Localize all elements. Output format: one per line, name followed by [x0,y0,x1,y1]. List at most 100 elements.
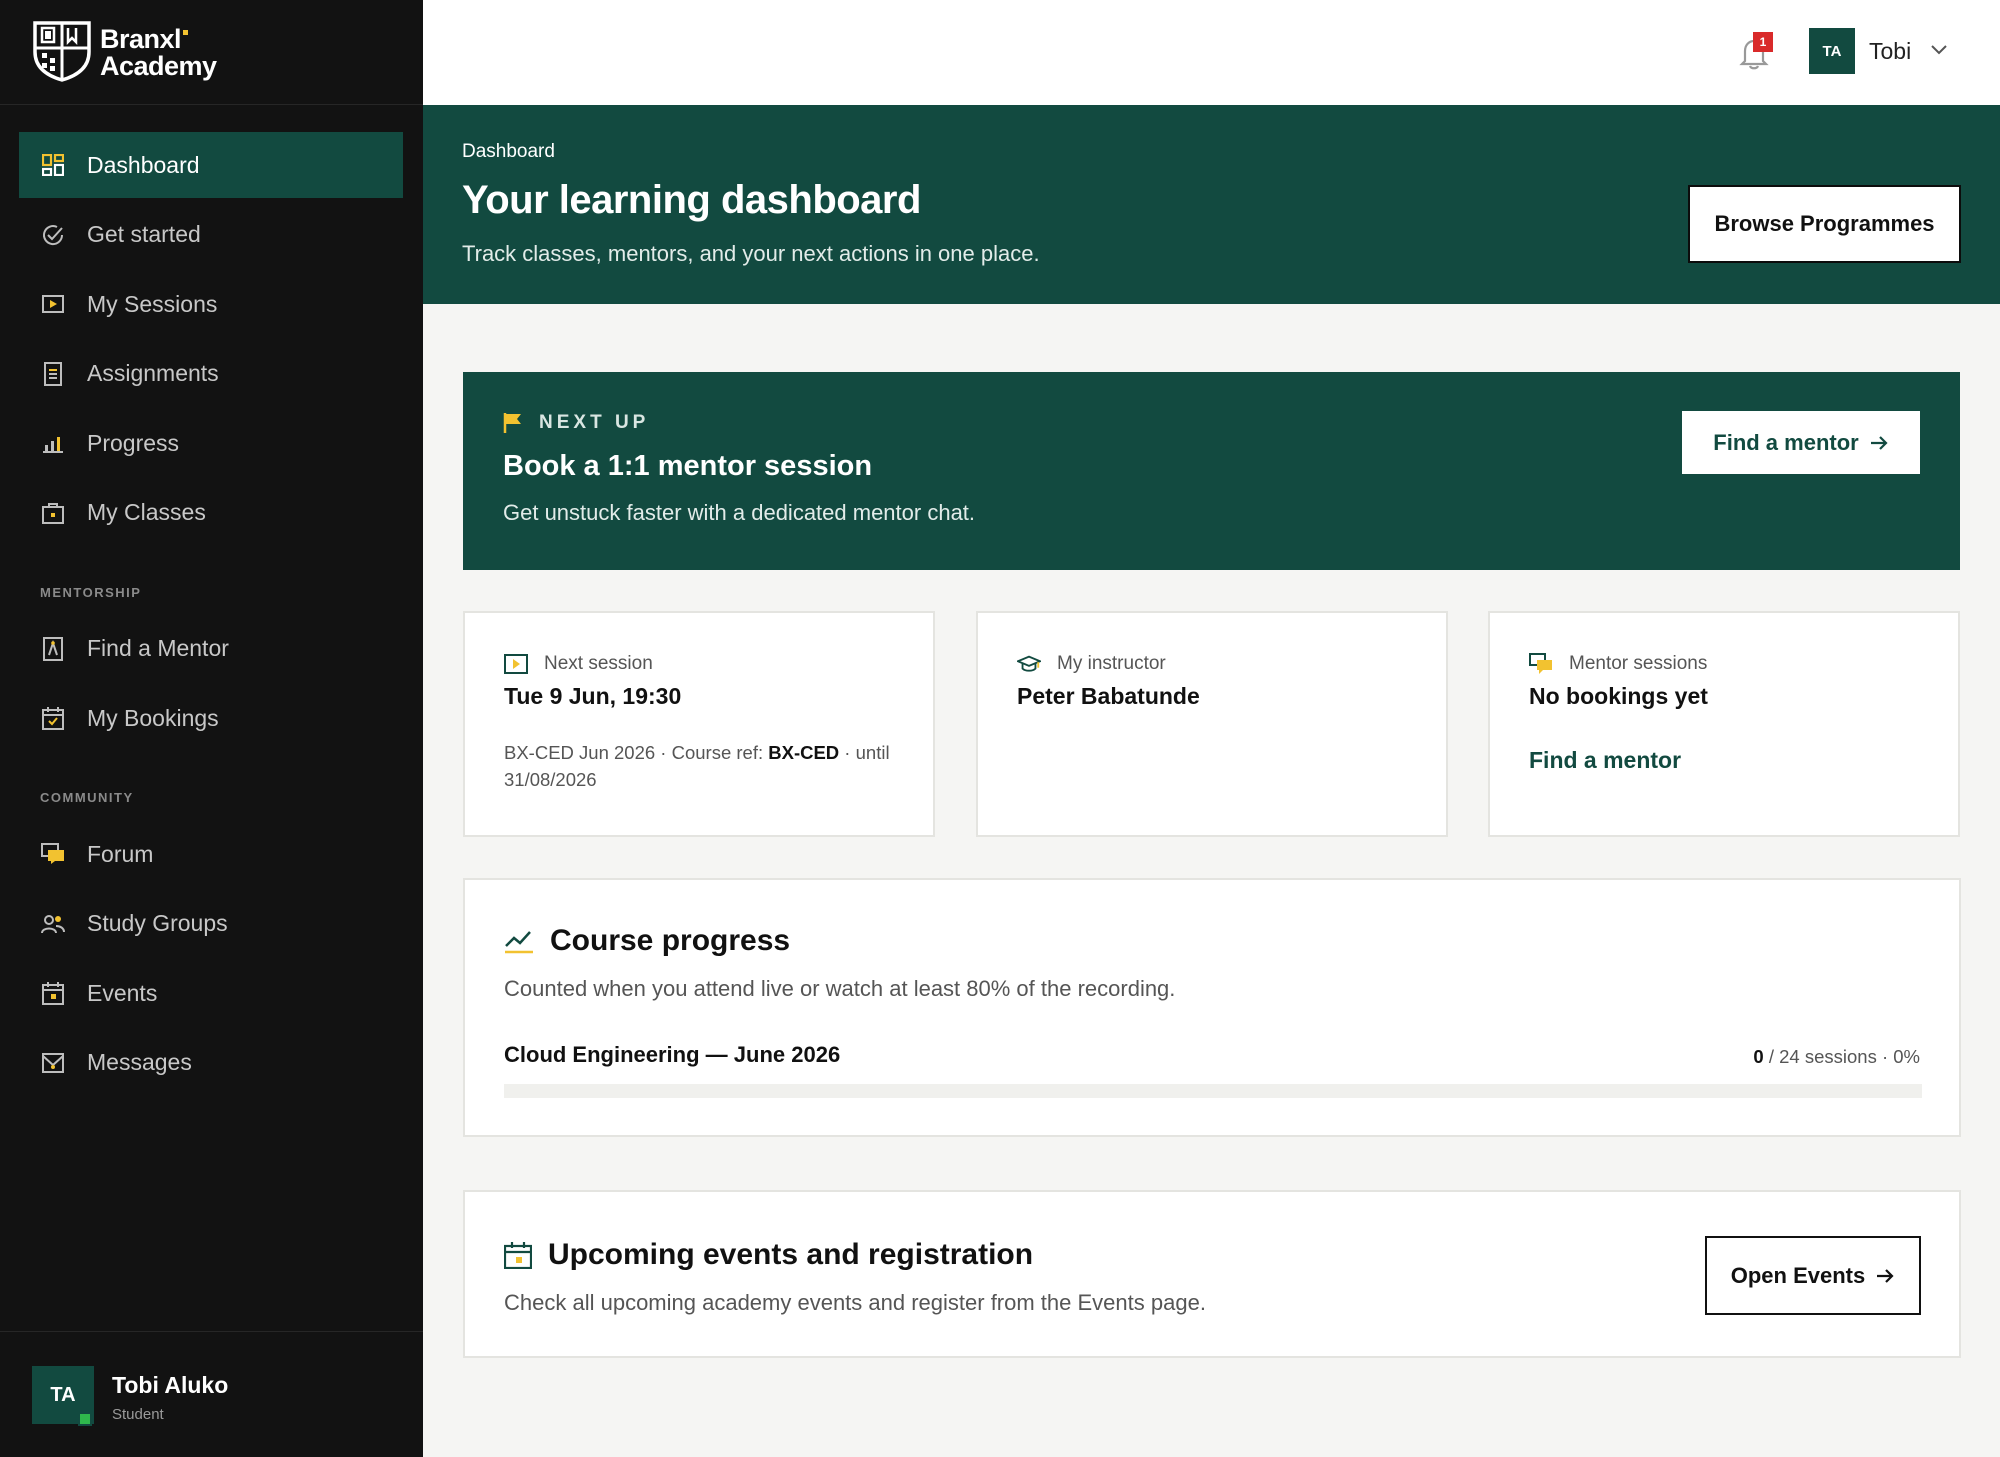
sidebar-item-progress[interactable]: Progress [19,410,403,476]
sidebar-item-dashboard[interactable]: Dashboard [19,132,403,198]
card-label-text: Next session [544,653,653,674]
meta-prefix: BX-CED Jun 2026 · Course ref: [504,742,769,763]
brand-line2: Academy [100,51,217,81]
trend-line-icon [505,931,533,954]
sidebar-item-label: Get started [87,221,201,247]
calendar-check-icon [41,706,65,730]
brand-line1: Branxl [100,24,182,54]
check-circle-icon [41,223,65,247]
course-name: Cloud Engineering — June 2026 [504,1042,841,1067]
find-a-mentor-button[interactable]: Find a mentor [1682,411,1920,474]
notification-badge: 1 [1753,32,1773,52]
events-heading: Upcoming events and registration [504,1238,1033,1272]
person-icon [41,636,65,661]
chat-icon [41,842,65,866]
user-role: Student [112,1406,164,1423]
briefcase-icon [41,501,65,525]
card-label: My instructor [1017,653,1166,675]
page-subtitle: Track classes, mentors, and your next ac… [462,241,1040,266]
sidebar-user-profile[interactable]: TA Tobi Aluko Student [0,1331,423,1457]
sidebar-item-label: Assignments [87,360,219,386]
card-label-text: Mentor sessions [1569,653,1708,674]
course-progress-card: Course progress Counted when you attend … [463,878,1961,1137]
sidebar-item-label: Find a Mentor [87,635,229,661]
sessions-total: / 24 sessions · 0% [1763,1046,1920,1067]
attended-count: 0 [1753,1046,1764,1067]
page-title: Your learning dashboard [462,178,921,222]
sidebar-item-label: My Sessions [87,290,218,317]
course-ref: BX-CED [768,742,840,763]
sidebar-item-label: Study Groups [87,910,228,936]
flag-icon [503,413,521,433]
bar-chart-icon [41,431,65,455]
mentor-sessions-card: Mentor sessions No bookings yet Find a m… [1488,611,1960,837]
top-bar: 1 TA Tobi [423,0,2000,105]
graduation-cap-icon [1017,655,1041,672]
open-events-button[interactable]: Open Events [1705,1236,1921,1315]
sidebar-item-assignments[interactable]: Assignments [19,341,403,407]
progress-bar [504,1084,1922,1098]
next-up-subtitle: Get unstuck faster with a dedicated ment… [503,500,976,525]
course-progress-stats: 0 / 24 sessions · 0% [1753,1046,1920,1068]
dashboard-icon [41,153,65,177]
next-up-label-text: NEXT UP [539,412,650,433]
mentor-bookings-status: No bookings yet [1529,683,1708,709]
sidebar-nav: Dashboard Get started My Sessions Assign… [19,132,403,1099]
sidebar-item-label: Forum [87,840,154,867]
brand-name: Branxl Academy [100,26,217,80]
card-label: Mentor sessions [1529,653,1707,675]
find-a-mentor-button-label: Find a mentor [1713,429,1859,455]
sidebar-item-label: My Classes [87,499,206,525]
chevron-down-icon[interactable] [1929,42,1949,58]
find-a-mentor-link[interactable]: Find a mentor [1529,747,1681,774]
play-icon [504,654,528,674]
calendar-icon [504,1242,532,1269]
mentorship-heading: MENTORSHIP [40,584,142,600]
sidebar-item-messages[interactable]: Messages [19,1030,403,1096]
sidebar-item-events[interactable]: Events [19,960,403,1026]
sidebar-item-find-a-mentor[interactable]: Find a Mentor [19,616,403,682]
card-label-text: My instructor [1057,653,1166,674]
sidebar-item-my-classes[interactable]: My Classes [19,480,403,546]
next-session-meta: BX-CED Jun 2026 · Course ref: BX-CED · u… [504,739,904,793]
online-status-indicator [78,1412,92,1426]
next-session-card: Next session Tue 9 Jun, 19:30 BX-CED Jun… [463,611,935,837]
user-name: Tobi Aluko [112,1372,229,1398]
brand-logo[interactable]: Branxl Academy [0,0,423,105]
sidebar-item-get-started[interactable]: Get started [19,202,403,268]
sidebar: Branxl Academy Dashboard Get started My … [0,0,423,1457]
document-icon [41,361,65,386]
sidebar-item-my-sessions[interactable]: My Sessions [19,271,403,337]
instructor-name: Peter Babatunde [1017,683,1200,709]
calendar-icon [41,981,65,1005]
course-progress-heading: Course progress [504,924,790,958]
card-label: Next session [504,653,653,675]
course-progress-subtitle: Counted when you attend live or watch at… [504,976,1176,1001]
next-up-title: Book a 1:1 mentor session [503,450,873,482]
arrow-right-icon [1870,435,1888,450]
chat-icon [1529,653,1552,674]
browse-programmes-button[interactable]: Browse Programmes [1688,185,1961,263]
next-up-banner: NEXT UP Book a 1:1 mentor session Get un… [463,372,1960,570]
mail-icon [41,1051,65,1075]
group-icon [41,912,65,936]
avatar[interactable]: TA [1809,28,1855,74]
next-session-datetime: Tue 9 Jun, 19:30 [504,683,682,709]
sidebar-item-label: Dashboard [87,151,200,178]
play-icon [41,292,65,316]
instructor-card: My instructor Peter Babatunde [976,611,1448,837]
sidebar-item-forum[interactable]: Forum [19,821,403,887]
page-header: Dashboard Your learning dashboard Track … [423,105,2000,304]
sidebar-item-study-groups[interactable]: Study Groups [19,891,403,957]
course-progress-title: Course progress [550,924,791,957]
sidebar-item-label: Progress [87,429,180,456]
sidebar-item-label: My Bookings [87,704,219,731]
sidebar-item-my-bookings[interactable]: My Bookings [19,685,403,751]
next-up-label: NEXT UP [503,412,649,434]
user-menu-name[interactable]: Tobi [1869,38,1911,65]
open-events-button-label: Open Events [1730,1262,1866,1288]
events-subtitle: Check all upcoming academy events and re… [504,1290,1206,1315]
events-title: Upcoming events and registration [548,1238,1034,1271]
shield-logo-icon [33,21,91,82]
breadcrumb: Dashboard [462,141,555,162]
